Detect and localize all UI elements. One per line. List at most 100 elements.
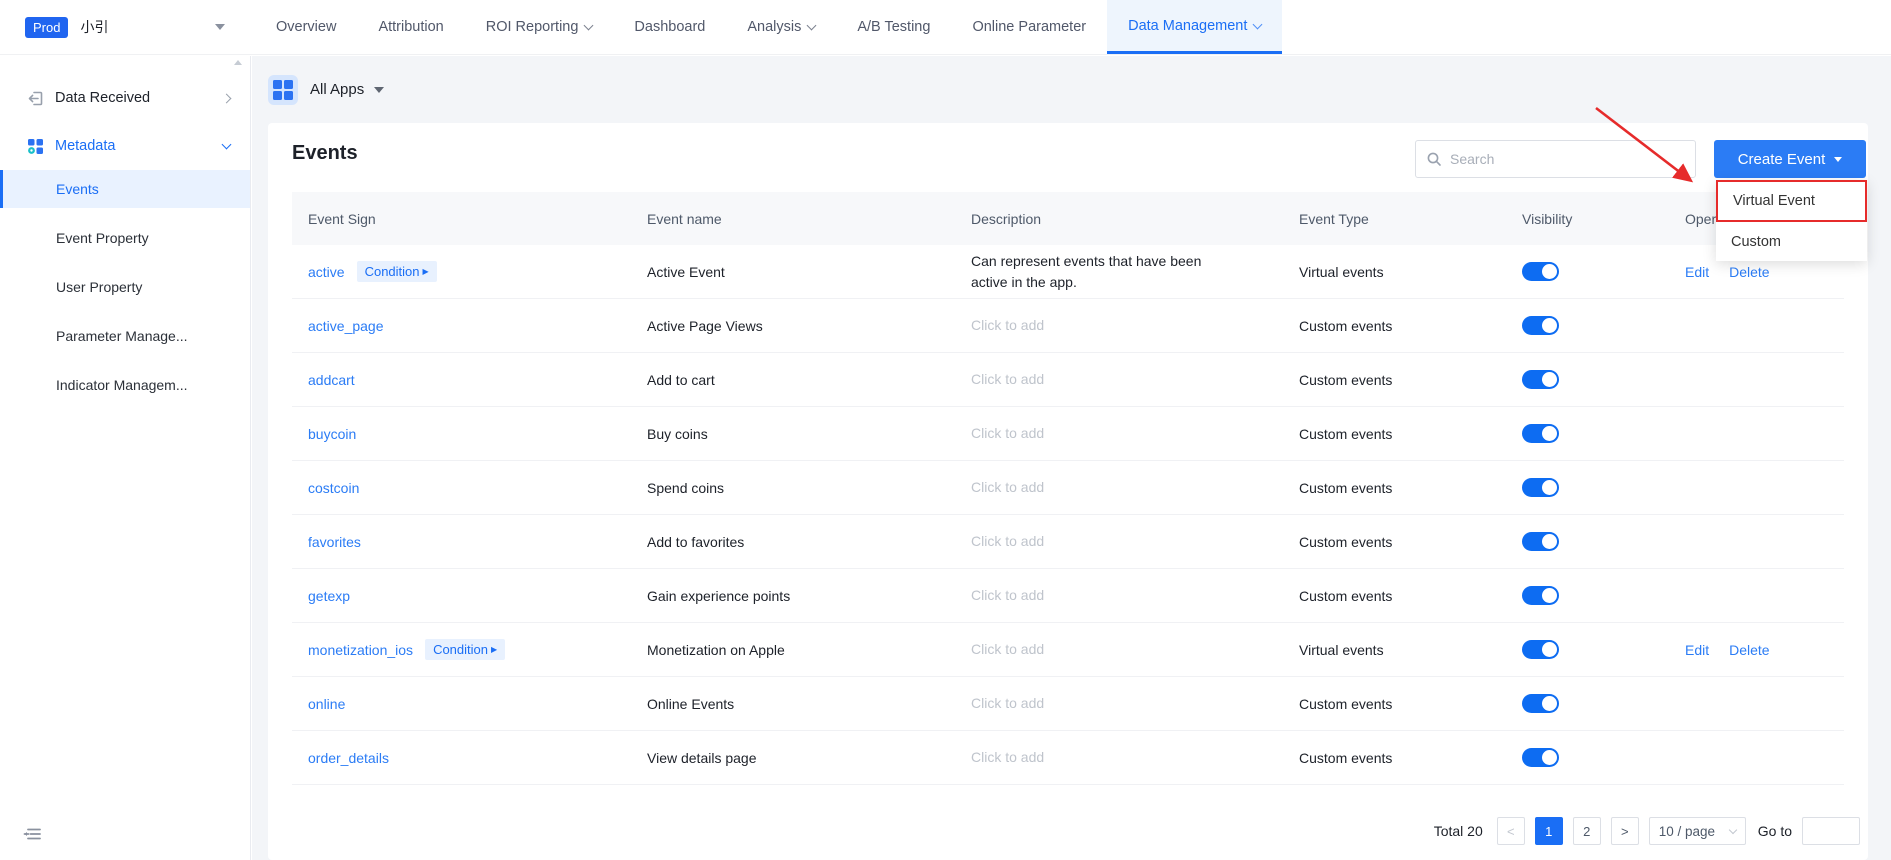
main-content: All Apps Events Create Event Event Sign bbox=[252, 56, 1891, 860]
col-event-sign: Event Sign bbox=[308, 210, 376, 227]
col-description: Description bbox=[971, 210, 1042, 227]
event-name: View details page bbox=[647, 749, 757, 766]
event-description[interactable]: Click to add bbox=[971, 747, 1044, 767]
event-name: Active Page Views bbox=[647, 317, 763, 334]
sidebar: Data Received Metadata Events Event Prop… bbox=[0, 56, 251, 860]
chevron-right-icon bbox=[221, 93, 232, 103]
nav-item[interactable]: Overview bbox=[255, 0, 357, 54]
sidebar-sub-item[interactable]: Indicator Managem... bbox=[0, 366, 250, 404]
create-menu-item[interactable]: Custom bbox=[1716, 222, 1867, 261]
env-badge: Prod bbox=[25, 16, 69, 38]
event-description[interactable]: Can represent events that have been acti… bbox=[971, 251, 1231, 292]
chevron-down-icon bbox=[583, 20, 594, 31]
event-sign-link[interactable]: costcoin bbox=[308, 480, 359, 496]
event-description[interactable]: Click to add bbox=[971, 531, 1044, 551]
visibility-toggle[interactable] bbox=[1522, 640, 1559, 659]
nav-item-label: A/B Testing bbox=[857, 19, 931, 35]
sidebar-sub-item[interactable]: Events bbox=[0, 170, 250, 208]
nav-item[interactable]: Attribution bbox=[357, 0, 464, 54]
event-sign-link[interactable]: addcart bbox=[308, 372, 355, 388]
event-sign-link[interactable]: monetization_ios bbox=[308, 642, 413, 658]
toggle-knob bbox=[1542, 480, 1557, 495]
col-visibility: Visibility bbox=[1522, 210, 1573, 227]
event-name: Add to favorites bbox=[647, 533, 745, 550]
project-selector[interactable]: Prod 小引 bbox=[25, 0, 225, 54]
next-page-button[interactable]: > bbox=[1610, 817, 1639, 845]
page-button[interactable]: 1 bbox=[1534, 817, 1563, 845]
event-sign-link[interactable]: active bbox=[308, 264, 345, 280]
nav-item-label: Data Management bbox=[1128, 17, 1248, 34]
event-description[interactable]: Click to add bbox=[971, 423, 1044, 443]
visibility-toggle[interactable] bbox=[1522, 262, 1559, 281]
visibility-toggle[interactable] bbox=[1522, 316, 1559, 335]
create-event-button[interactable]: Create Event bbox=[1714, 140, 1866, 178]
sidebar-sub-item[interactable]: User Property bbox=[0, 268, 250, 306]
event-sign-link[interactable]: getexp bbox=[308, 588, 350, 604]
event-description[interactable]: Click to add bbox=[971, 693, 1044, 713]
event-description[interactable]: Click to add bbox=[971, 639, 1044, 659]
scroll-up-arrow[interactable] bbox=[234, 60, 242, 65]
event-description[interactable]: Click to add bbox=[971, 477, 1044, 497]
edit-link[interactable]: Edit bbox=[1685, 264, 1709, 280]
event-description[interactable]: Click to add bbox=[971, 315, 1044, 335]
sidebar-sub-item-label: Indicator Managem... bbox=[56, 377, 188, 393]
nav-item-label: Analysis bbox=[747, 19, 802, 35]
event-name: Gain experience points bbox=[647, 587, 791, 604]
condition-badge[interactable]: Condition ▶ bbox=[356, 261, 437, 282]
visibility-toggle[interactable] bbox=[1522, 424, 1559, 443]
toggle-knob bbox=[1542, 372, 1557, 387]
edit-link[interactable]: Edit bbox=[1685, 642, 1709, 658]
search-box bbox=[1415, 140, 1696, 178]
table-row: addcart ▶ Add to cart Click to add Custo… bbox=[292, 353, 1844, 407]
nav-item[interactable]: Online Parameter bbox=[951, 0, 1107, 54]
condition-arrow-icon: ▶ bbox=[422, 266, 429, 276]
page-buttons: 1 2 bbox=[1534, 817, 1601, 845]
event-name: Active Event bbox=[647, 263, 725, 280]
sidebar-sub-item[interactable]: Event Property bbox=[0, 219, 250, 257]
visibility-toggle[interactable] bbox=[1522, 532, 1559, 551]
collapse-sidebar-icon[interactable] bbox=[22, 825, 42, 846]
event-type: Custom events bbox=[1299, 317, 1393, 334]
search-input[interactable] bbox=[1450, 151, 1685, 167]
visibility-toggle[interactable] bbox=[1522, 586, 1559, 605]
event-sign-link[interactable]: online bbox=[308, 696, 345, 712]
event-name: Add to cart bbox=[647, 371, 715, 388]
nav-item[interactable]: Dashboard bbox=[613, 0, 726, 54]
event-type: Custom events bbox=[1299, 371, 1393, 388]
visibility-toggle[interactable] bbox=[1522, 478, 1559, 497]
prev-page-button[interactable]: < bbox=[1496, 817, 1525, 845]
event-sign-link[interactable]: buycoin bbox=[308, 426, 356, 442]
event-type: Custom events bbox=[1299, 479, 1393, 496]
condition-badge[interactable]: Condition ▶ bbox=[425, 639, 506, 660]
event-name: Online Events bbox=[647, 695, 735, 712]
page-button[interactable]: 2 bbox=[1572, 817, 1601, 845]
event-name: Spend coins bbox=[647, 479, 725, 496]
visibility-toggle[interactable] bbox=[1522, 694, 1559, 713]
page-size-select[interactable]: 10 / page bbox=[1648, 817, 1746, 845]
nav-item[interactable]: Data Management bbox=[1107, 0, 1283, 54]
event-sign-link[interactable]: active_page bbox=[308, 318, 384, 334]
goto-page-input[interactable] bbox=[1802, 817, 1860, 845]
event-description[interactable]: Click to add bbox=[971, 585, 1044, 605]
table-row: buycoin ▶ Buy coins Click to add Custom … bbox=[292, 407, 1844, 461]
nav-item-label: Overview bbox=[276, 19, 337, 35]
app-selector-label[interactable]: All Apps bbox=[310, 81, 364, 98]
visibility-toggle[interactable] bbox=[1522, 748, 1559, 767]
event-type: Custom events bbox=[1299, 749, 1393, 766]
create-menu-item[interactable]: Virtual Event bbox=[1716, 180, 1867, 222]
sidebar-sub-item[interactable]: Parameter Manage... bbox=[0, 317, 250, 355]
event-sign-link[interactable]: favorites bbox=[308, 534, 361, 550]
visibility-toggle[interactable] bbox=[1522, 370, 1559, 389]
delete-link[interactable]: Delete bbox=[1729, 264, 1769, 280]
apps-grid-icon[interactable] bbox=[268, 74, 298, 105]
toggle-knob bbox=[1542, 750, 1557, 765]
sidebar-item-data-received[interactable]: Data Received bbox=[0, 74, 250, 122]
event-sign-link[interactable]: order_details bbox=[308, 750, 389, 766]
nav-item[interactable]: A/B Testing bbox=[836, 0, 951, 54]
nav-item[interactable]: ROI Reporting bbox=[465, 0, 614, 54]
nav-item[interactable]: Analysis bbox=[726, 0, 836, 54]
sidebar-item-label: Data Received bbox=[55, 90, 151, 106]
event-description[interactable]: Click to add bbox=[971, 369, 1044, 389]
sidebar-item-metadata[interactable]: Metadata bbox=[0, 122, 250, 170]
delete-link[interactable]: Delete bbox=[1729, 642, 1769, 658]
